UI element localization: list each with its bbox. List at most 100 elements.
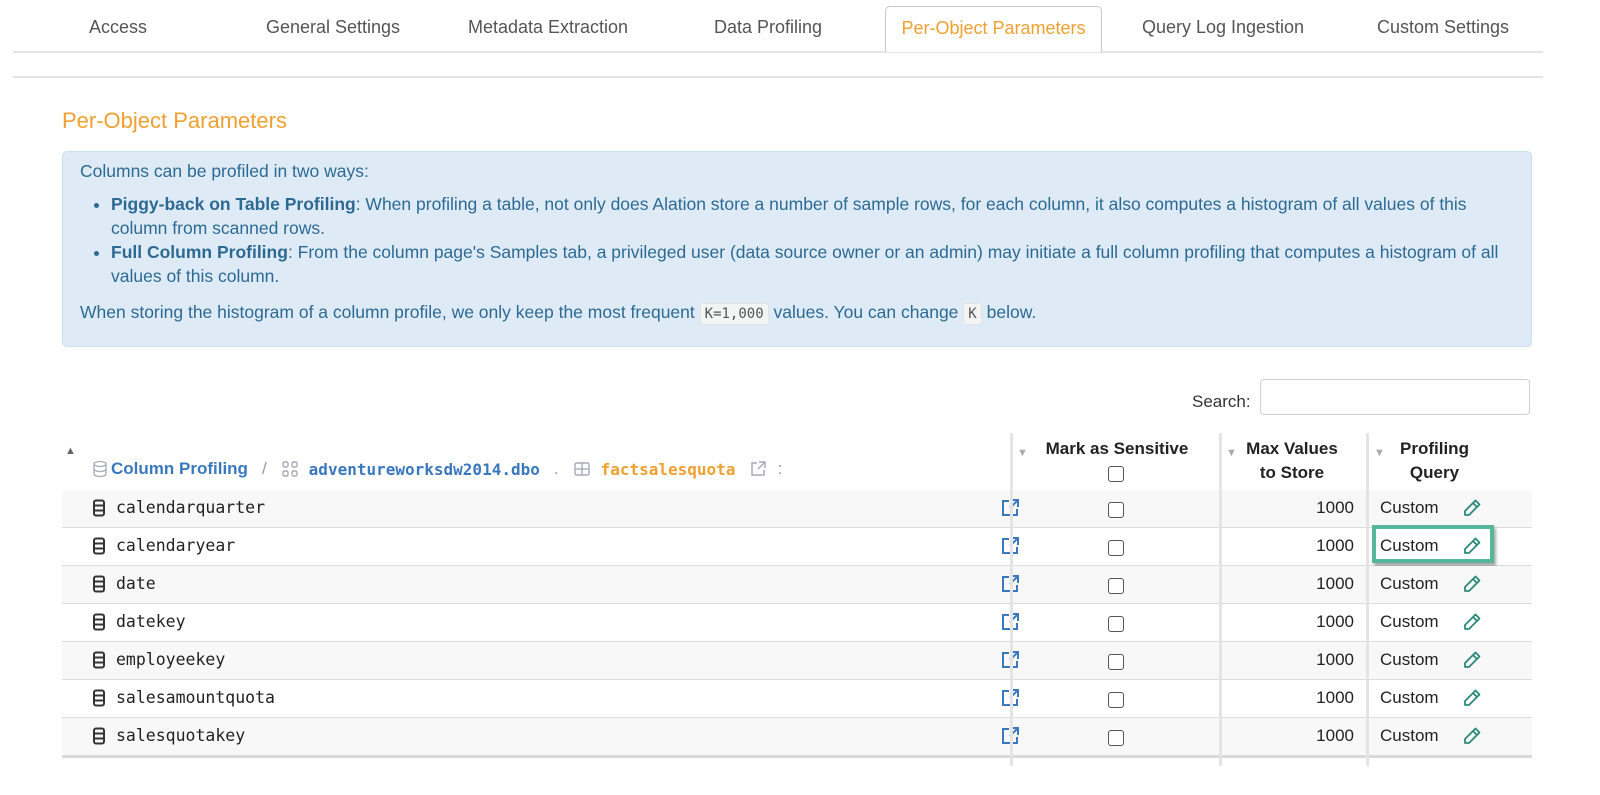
max-values[interactable]: 1000 xyxy=(1254,612,1354,632)
header-label: Query xyxy=(1409,463,1460,482)
tab-custom-settings[interactable]: Custom Settings xyxy=(1363,6,1523,50)
header-max-values[interactable]: Max Values to Store xyxy=(1237,433,1347,490)
breadcrumb-colon: : xyxy=(777,459,783,478)
info-list: Piggy-back on Table Profiling: When prof… xyxy=(93,192,1511,288)
profiling-query: Custom xyxy=(1380,612,1439,631)
tab-metadata-extraction[interactable]: Metadata Extraction xyxy=(458,6,638,50)
select-all-sensitive-checkbox[interactable] xyxy=(1108,466,1124,482)
column-name-text: date xyxy=(116,574,156,593)
edit-pencil-icon[interactable] xyxy=(1462,726,1482,746)
table-row: calendarquarter 1000 Custom xyxy=(62,490,1532,528)
info-item-text: : From the column page's Samples tab, a … xyxy=(111,242,1499,286)
info-intro: Columns can be profiled in two ways: xyxy=(80,161,369,181)
info-item: Piggy-back on Table Profiling: When prof… xyxy=(111,192,1511,240)
info-footer-text: below. xyxy=(986,302,1037,322)
breadcrumb: Column Profiling / adventureworksdw2014.… xyxy=(92,459,796,479)
tab-access[interactable]: Access xyxy=(53,6,183,50)
tab-bar: Access General Settings Metadata Extract… xyxy=(13,0,1543,53)
sensitive-checkbox[interactable] xyxy=(1108,578,1124,594)
edit-pencil-icon[interactable] xyxy=(1462,612,1482,632)
header-profiling-query[interactable]: Profiling Query xyxy=(1382,433,1487,490)
sensitive-checkbox[interactable] xyxy=(1108,540,1124,556)
table-row: date 1000 Custom xyxy=(62,566,1532,604)
sort-icon[interactable]: ▼ xyxy=(1226,447,1237,459)
tab-query-log-ingestion[interactable]: Query Log Ingestion xyxy=(1133,6,1313,50)
column-icon xyxy=(93,689,105,706)
search-input[interactable] xyxy=(1260,379,1530,415)
page-title: Per-Object Parameters xyxy=(62,108,287,133)
column-divider xyxy=(1366,433,1369,766)
breadcrumb-schema[interactable]: adventureworksdw2014.dbo xyxy=(309,460,540,479)
external-link-icon[interactable] xyxy=(749,460,767,478)
sort-icon[interactable]: ▼ xyxy=(1017,447,1028,459)
profiling-query: Custom xyxy=(1380,726,1439,745)
max-values[interactable]: 1000 xyxy=(1254,536,1354,556)
column-icon xyxy=(93,575,105,592)
sensitive-checkbox[interactable] xyxy=(1108,616,1124,632)
column-name-text: employeekey xyxy=(116,650,226,669)
edit-pencil-icon[interactable] xyxy=(1462,498,1482,518)
breadcrumb-column-profiling[interactable]: Column Profiling xyxy=(111,459,248,479)
table-row: calendaryear 1000 Custom xyxy=(62,525,1532,566)
column-name-text: datekey xyxy=(116,612,186,631)
info-item: Full Column Profiling: From the column p… xyxy=(111,240,1511,288)
header-label: Mark as Sensitive xyxy=(1045,439,1189,458)
table-row: salesamountquota 1000 Custom xyxy=(62,680,1532,718)
column-icon xyxy=(93,727,105,744)
header-label: Profiling xyxy=(1400,439,1469,458)
max-values[interactable]: 1000 xyxy=(1254,574,1354,594)
column-divider xyxy=(1219,433,1222,766)
sensitive-checkbox[interactable] xyxy=(1108,654,1124,670)
profiling-query: Custom xyxy=(1380,650,1439,669)
info-footer: When storing the histogram of a column p… xyxy=(80,302,1037,325)
profiling-query: Custom xyxy=(1380,536,1439,555)
info-footer-text: When storing the histogram of a column p… xyxy=(80,302,695,322)
column-name[interactable]: datekey xyxy=(92,612,186,631)
edit-pencil-icon[interactable] xyxy=(1462,688,1482,708)
column-icon xyxy=(93,651,105,668)
breadcrumb-table[interactable]: factsalesquota xyxy=(601,460,736,479)
tab-general-settings[interactable]: General Settings xyxy=(248,6,418,50)
column-name[interactable]: salesquotakey xyxy=(92,726,245,745)
breadcrumb-separator: / xyxy=(261,459,267,478)
edit-pencil-icon[interactable] xyxy=(1462,536,1482,556)
max-values[interactable]: 1000 xyxy=(1254,498,1354,518)
edit-pencil-icon[interactable] xyxy=(1462,574,1482,594)
sensitive-checkbox[interactable] xyxy=(1108,692,1124,708)
sort-asc-icon[interactable]: ▲ xyxy=(65,445,76,457)
column-name[interactable]: calendaryear xyxy=(92,536,235,555)
max-values[interactable]: 1000 xyxy=(1254,650,1354,670)
column-icon xyxy=(93,537,105,554)
profiling-query: Custom xyxy=(1380,574,1439,593)
tab-per-object-parameters[interactable]: Per-Object Parameters xyxy=(885,6,1102,52)
column-name[interactable]: salesamountquota xyxy=(92,688,275,707)
schema-icon xyxy=(281,461,298,477)
sensitive-checkbox[interactable] xyxy=(1108,502,1124,518)
column-name[interactable]: employeekey xyxy=(92,650,225,669)
header-label: Max Values xyxy=(1246,439,1338,458)
column-name-text: salesquotakey xyxy=(116,726,246,745)
column-name[interactable]: calendarquarter xyxy=(92,498,265,517)
divider xyxy=(13,76,1543,78)
info-box: Columns can be profiled in two ways: Pig… xyxy=(62,151,1532,347)
column-name-text: calendaryear xyxy=(116,536,236,555)
table-row: salesquotakey 1000 Custom xyxy=(62,718,1532,756)
sensitive-checkbox[interactable] xyxy=(1108,730,1124,746)
info-footer-text: values. You can change xyxy=(773,302,959,322)
search-label: Search: xyxy=(1192,392,1251,411)
column-name[interactable]: date xyxy=(92,574,156,593)
k-code: K xyxy=(963,303,982,325)
breadcrumb-dot: . xyxy=(553,459,559,478)
column-divider xyxy=(1010,433,1013,766)
max-values[interactable]: 1000 xyxy=(1254,688,1354,708)
k-value-code: K=1,000 xyxy=(699,303,769,325)
profiling-query: Custom xyxy=(1380,498,1439,517)
column-icon xyxy=(93,613,105,630)
table-icon xyxy=(573,462,590,476)
column-icon xyxy=(93,499,105,516)
max-values[interactable]: 1000 xyxy=(1254,726,1354,746)
tab-data-profiling[interactable]: Data Profiling xyxy=(693,6,843,50)
edit-pencil-icon[interactable] xyxy=(1462,650,1482,670)
header-label: to Store xyxy=(1259,463,1325,482)
table-bottom-border xyxy=(62,756,1532,758)
